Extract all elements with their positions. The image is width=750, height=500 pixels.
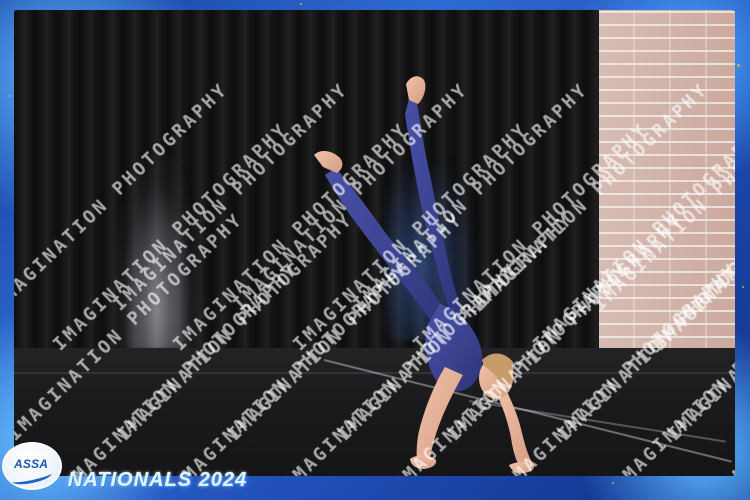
gold-dust-8 <box>612 482 614 484</box>
assa-logo-text: ASSA <box>14 457 49 471</box>
gold-dust-2 <box>9 95 11 97</box>
dancer-hand-right <box>509 462 535 473</box>
gold-dust-4 <box>737 64 740 67</box>
gold-dust-5 <box>742 286 744 288</box>
dancer-right-foot <box>314 151 343 173</box>
event-title: NATIONALS 2024 <box>68 469 248 491</box>
dance-performance-photo <box>14 10 735 476</box>
dancer-silhouette <box>314 76 535 473</box>
assa-logo: ASSA <box>2 442 62 490</box>
dancer-hand-left <box>410 455 437 469</box>
dancer-left-arm <box>416 367 463 465</box>
gold-dust-7 <box>300 3 302 5</box>
